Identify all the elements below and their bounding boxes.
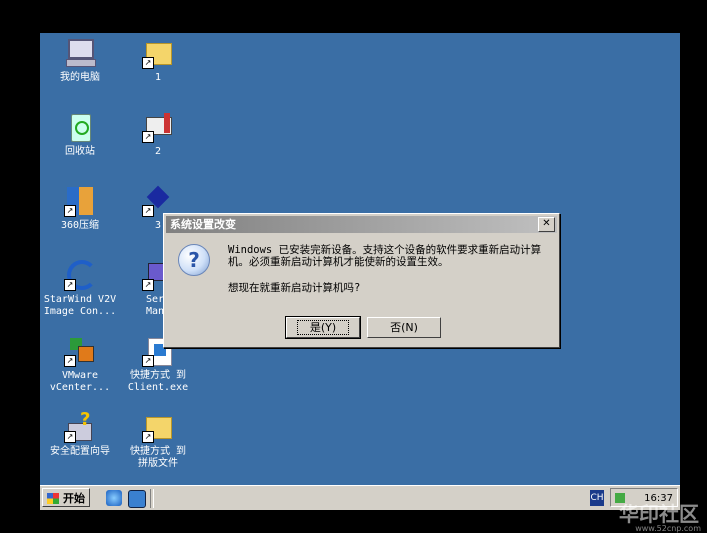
desktop-icon-pinban-folder[interactable]: ↗ 快捷方式 到 拼版文件 [118, 411, 198, 470]
desktop-icon-security-wizard[interactable]: ? ↗ 安全配置向导 [40, 411, 120, 458]
yes-button-label: 是(Y) [296, 320, 350, 335]
desktop-icon-label: 我的电脑 [60, 72, 100, 83]
shortcut-arrow-icon: ↗ [142, 279, 154, 291]
shortcut-arrow-icon: ↗ [142, 57, 154, 69]
desktop: 我的电脑 回收站 ↗ 360压缩 ↗ StarWind V2V Image Co… [40, 33, 680, 510]
desktop-icon-starwind[interactable]: ↗ StarWind V2V Image Con... [40, 259, 120, 318]
no-button-label: 否(N) [390, 321, 418, 334]
desktop-icon-label: VMware vCenter... [49, 370, 111, 393]
desktop-icon-label: StarWind V2V Image Con... [43, 294, 117, 317]
start-button[interactable]: 开始 [42, 488, 90, 507]
dialog-question: 想现在就重新启动计算机吗? [228, 282, 361, 294]
system-settings-change-dialog: 系统设置改变 ✕ ? Windows 已安装完新设备。支持这个设备的软件要求重新… [163, 213, 560, 348]
desktop-icon-label: 快捷方式 到 Client.exe [127, 370, 189, 393]
starwind-shortcut-icon: ↗ [64, 259, 97, 291]
no-button[interactable]: 否(N) [367, 317, 441, 338]
shortcut-arrow-icon: ↗ [142, 431, 154, 443]
desktop-icon-label: 1 [154, 72, 162, 83]
desktop-icon-recycle-bin[interactable]: 回收站 [40, 111, 120, 158]
watermark-logo: 华印社区 [619, 502, 699, 526]
desktop-icon-label: 安全配置向导 [50, 446, 110, 457]
vmware-shortcut-icon: ↗ [64, 335, 96, 367]
shortcut-arrow-icon: ↗ [64, 279, 76, 291]
question-icon: ? [178, 244, 210, 276]
shortcut-arrow-icon: ↗ [64, 205, 76, 217]
yes-button[interactable]: 是(Y) [285, 316, 361, 339]
security-wizard-icon: ? ↗ [64, 411, 96, 443]
folder-shortcut-icon: ↗ [142, 37, 174, 69]
360zip-shortcut-icon: ↗ [64, 185, 96, 217]
desktop-icon-label: 回收站 [65, 146, 95, 157]
close-button[interactable]: ✕ [538, 217, 555, 232]
watermark-url: www.52cnp.com [635, 524, 701, 533]
dialog-message: Windows 已安装完新设备。支持这个设备的软件要求重新启动计算机。必须重新启… [228, 244, 542, 268]
internet-explorer-icon[interactable] [106, 490, 122, 506]
desktop-icon-2[interactable]: ↗ 2 [118, 111, 198, 158]
taskbar-divider [150, 489, 154, 508]
taskbar: 开始 CH 16:37 [40, 485, 680, 510]
start-label: 开始 [63, 492, 85, 505]
printer-shortcut-icon: ↗ [142, 111, 174, 143]
shortcut-arrow-icon: ↗ [64, 431, 76, 443]
dialog-title: 系统设置改变 [170, 218, 236, 231]
quick-launch-icon[interactable] [128, 490, 146, 508]
desktop-icon-my-computer[interactable]: 我的电脑 [40, 37, 120, 84]
dialog-titlebar[interactable]: 系统设置改变 ✕ [166, 216, 557, 233]
desktop-icon-label: 2 [154, 146, 162, 157]
close-icon: ✕ [542, 218, 551, 229]
shortcut-arrow-icon: ↗ [142, 355, 154, 367]
desktop-icon-folder-1[interactable]: ↗ 1 [118, 37, 198, 84]
shortcut-arrow-icon: ↗ [142, 131, 154, 143]
my-computer-icon [64, 37, 96, 69]
recycle-bin-icon [64, 111, 96, 143]
language-indicator[interactable]: CH [590, 490, 604, 506]
desktop-icon-label: 快捷方式 到 拼版文件 [129, 446, 187, 469]
desktop-icon-vmware[interactable]: ↗ VMware vCenter... [40, 335, 120, 394]
shortcut-arrow-icon: ↗ [142, 205, 154, 217]
shortcut-arrow-icon: ↗ [64, 355, 76, 367]
windows-flag-icon [47, 493, 59, 504]
desktop-icon-label: 360压缩 [60, 220, 100, 231]
folder-shortcut-icon: ↗ [142, 411, 174, 443]
desktop-icon-360zip[interactable]: ↗ 360压缩 [40, 185, 120, 232]
